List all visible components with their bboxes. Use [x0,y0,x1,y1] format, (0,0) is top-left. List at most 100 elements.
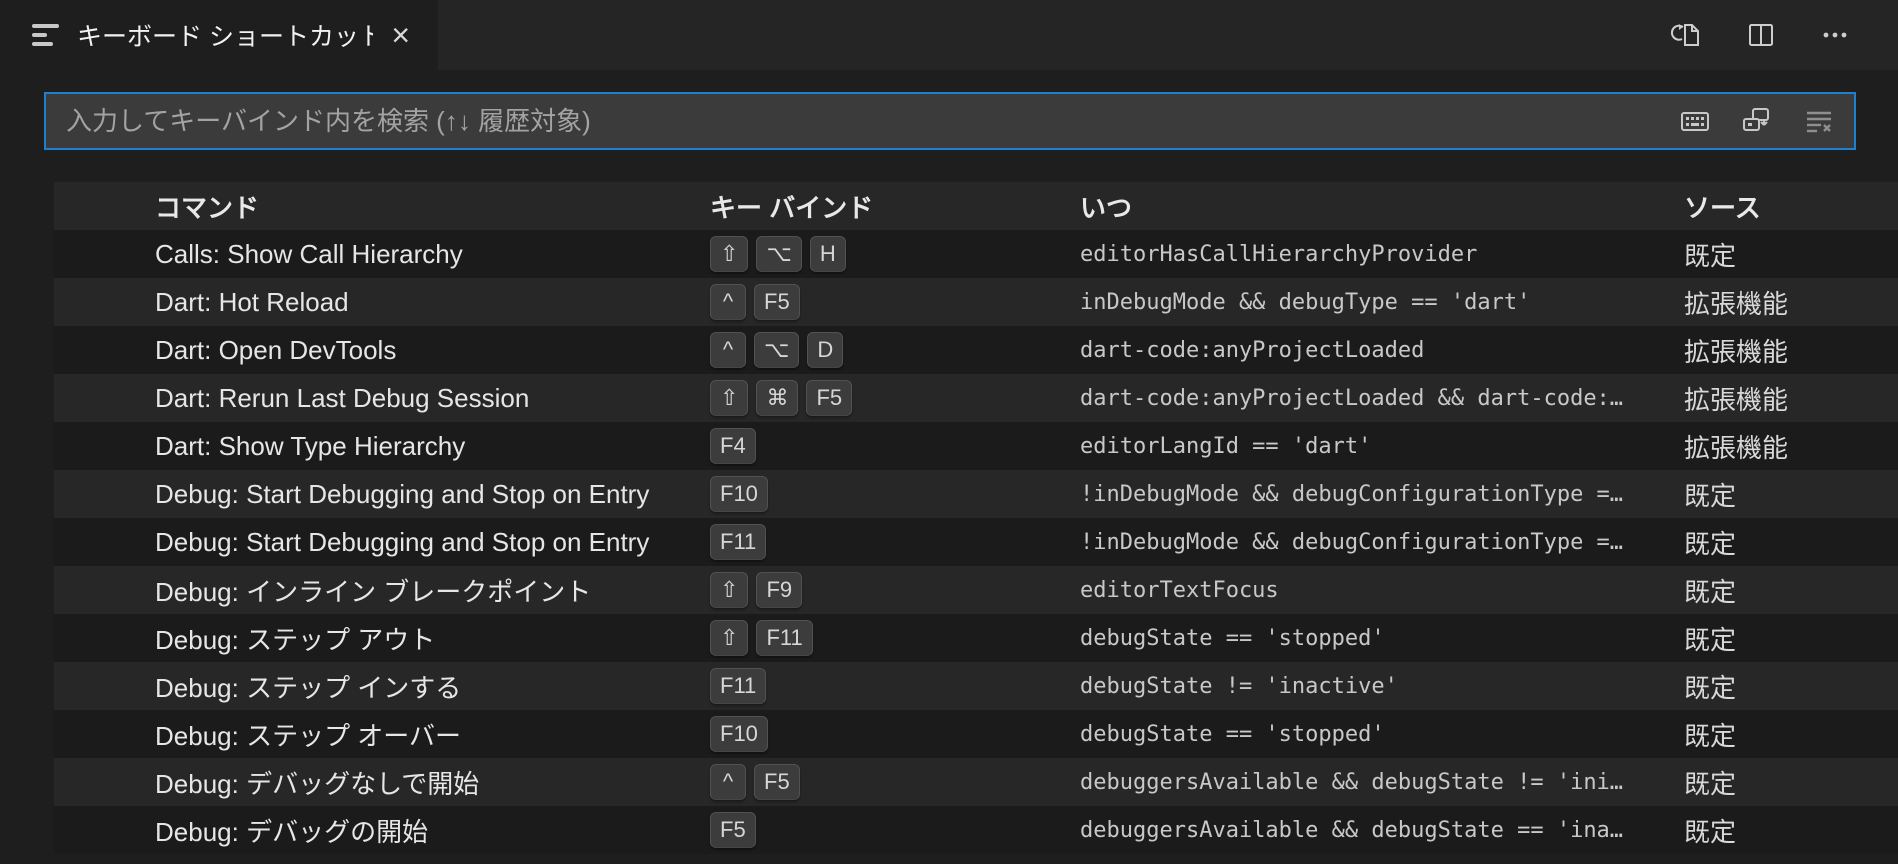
keycap: F5 [710,812,756,848]
editor-actions [1670,0,1898,70]
source-cell: 既定 [1684,764,1898,801]
more-actions-icon[interactable] [1818,18,1852,52]
keycap: ^ [710,332,746,368]
keycap: F5 [754,284,800,320]
keybinding-cell: F10 [710,716,1080,752]
keybindings-table-body: Calls: Show Call Hierarchy ⇧⌥H editorHas… [54,230,1898,854]
command-cell: Debug: Start Debugging and Stop on Entry [54,479,710,510]
command-cell: Dart: Hot Reload [54,287,710,318]
close-tab-icon[interactable]: × [391,19,410,51]
keybinding-cell: ⇧⌘F5 [710,380,1080,416]
keycap: F4 [710,428,756,464]
header-command: コマンド [54,188,710,225]
editor-tab-bar: キーボード ショートカット × [0,0,1898,70]
keybinding-row[interactable]: Debug: インライン ブレークポイント ⇧F9 editorTextFocu… [54,566,1898,614]
source-cell: 既定 [1684,572,1898,609]
keycap: F11 [710,524,766,560]
keycap: ⇧ [710,380,748,416]
keycap: H [810,236,846,272]
open-keybindings-json-icon[interactable] [1670,18,1704,52]
keybinding-cell: F10 [710,476,1080,512]
keybinding-cell: F4 [710,428,1080,464]
split-editor-icon[interactable] [1744,18,1778,52]
command-cell: Debug: ステップ インする [54,668,710,705]
keybinding-row[interactable]: Debug: Start Debugging and Stop on Entry… [54,518,1898,566]
source-cell: 拡張機能 [1684,428,1898,465]
keycap: F11 [756,620,812,656]
header-when: いつ [1080,188,1684,225]
command-cell: Debug: Start Debugging and Stop on Entry [54,527,710,558]
keybindings-table: コマンド キー バインド いつ ソース Calls: Show Call Hie… [54,182,1898,854]
keycap: ^ [710,764,746,800]
source-cell: 既定 [1684,668,1898,705]
keybinding-row[interactable]: Dart: Open DevTools ^⌥D dart-code:anyPro… [54,326,1898,374]
keybindings-search-input[interactable] [64,105,1678,138]
command-cell: Debug: インライン ブレークポイント [54,572,710,609]
keybinding-row[interactable]: Dart: Hot Reload ^F5 inDebugMode && debu… [54,278,1898,326]
command-cell: Debug: デバッグの開始 [54,812,710,849]
keycap: ⌥ [754,332,799,368]
command-cell: Debug: ステップ アウト [54,620,710,657]
command-cell: Dart: Rerun Last Debug Session [54,383,710,414]
source-cell: 既定 [1684,812,1898,849]
keycap: ⇧ [710,620,748,656]
clear-keybindings-search-icon[interactable] [1802,104,1836,138]
keybinding-cell: F11 [710,524,1080,560]
keycap: ^ [710,284,746,320]
keybinding-row[interactable]: Dart: Rerun Last Debug Session ⇧⌘F5 dart… [54,374,1898,422]
when-cell: editorLangId == 'dart' [1080,434,1684,459]
sort-by-precedence-icon[interactable] [1740,104,1774,138]
tab-keyboard-shortcuts[interactable]: キーボード ショートカット × [0,0,438,70]
keycap: ⌥ [756,236,801,272]
source-cell: 既定 [1684,716,1898,753]
keycap: F10 [710,476,768,512]
keycap: ⇧ [710,572,748,608]
keycap: ⌘ [756,380,798,416]
keybindings-list-icon [32,24,59,46]
keycap: D [807,332,843,368]
keycap: ⇧ [710,236,748,272]
keybinding-row[interactable]: Debug: Start Debugging and Stop on Entry… [54,470,1898,518]
keybinding-cell: F11 [710,668,1080,704]
keyboard-shortcuts-editor: キーボード ショートカット × [0,0,1898,864]
keybinding-row[interactable]: Dart: Show Type Hierarchy F4 editorLangI… [54,422,1898,470]
when-cell: editorHasCallHierarchyProvider [1080,242,1684,267]
keycap: F10 [710,716,768,752]
keybindings-search-box[interactable] [44,92,1856,150]
when-cell: dart-code:anyProjectLoaded && dart-code:… [1080,386,1684,411]
keycap: F5 [806,380,852,416]
keybindings-table-header: コマンド キー バインド いつ ソース [54,182,1898,230]
when-cell: debuggersAvailable && debugState != 'ini… [1080,770,1684,795]
keybinding-row[interactable]: Debug: ステップ オーバー F10 debugState == 'stop… [54,710,1898,758]
when-cell: debugState == 'stopped' [1080,722,1684,747]
when-cell: !inDebugMode && debugConfigurationType =… [1080,530,1684,555]
record-keys-icon[interactable] [1678,104,1712,138]
keybinding-row[interactable]: Debug: デバッグなしで開始 ^F5 debuggersAvailable … [54,758,1898,806]
source-cell: 拡張機能 [1684,284,1898,321]
keycap: F9 [756,572,802,608]
source-cell: 既定 [1684,524,1898,561]
keybinding-row[interactable]: Debug: ステップ インする F11 debugState != 'inac… [54,662,1898,710]
keybinding-cell: ^F5 [710,284,1080,320]
when-cell: dart-code:anyProjectLoaded [1080,338,1684,363]
source-cell: 拡張機能 [1684,332,1898,369]
header-source: ソース [1684,188,1898,225]
keybinding-row[interactable]: Debug: ステップ アウト ⇧F11 debugState == 'stop… [54,614,1898,662]
keycap: F5 [754,764,800,800]
when-cell: debuggersAvailable && debugState == 'ina… [1080,818,1684,843]
keybinding-cell: ⇧F9 [710,572,1080,608]
when-cell: !inDebugMode && debugConfigurationType =… [1080,482,1684,507]
search-actions [1678,104,1836,138]
tab-title: キーボード ショートカット [77,17,373,53]
when-cell: debugState == 'stopped' [1080,626,1684,651]
command-cell: Dart: Open DevTools [54,335,710,366]
command-cell: Calls: Show Call Hierarchy [54,239,710,270]
source-cell: 既定 [1684,620,1898,657]
header-keybinding: キー バインド [710,188,1080,225]
keybinding-row[interactable]: Debug: デバッグの開始 F5 debuggersAvailable && … [54,806,1898,854]
source-cell: 既定 [1684,476,1898,513]
source-cell: 既定 [1684,236,1898,273]
keybinding-cell: F5 [710,812,1080,848]
keybinding-row[interactable]: Calls: Show Call Hierarchy ⇧⌥H editorHas… [54,230,1898,278]
source-cell: 拡張機能 [1684,380,1898,417]
